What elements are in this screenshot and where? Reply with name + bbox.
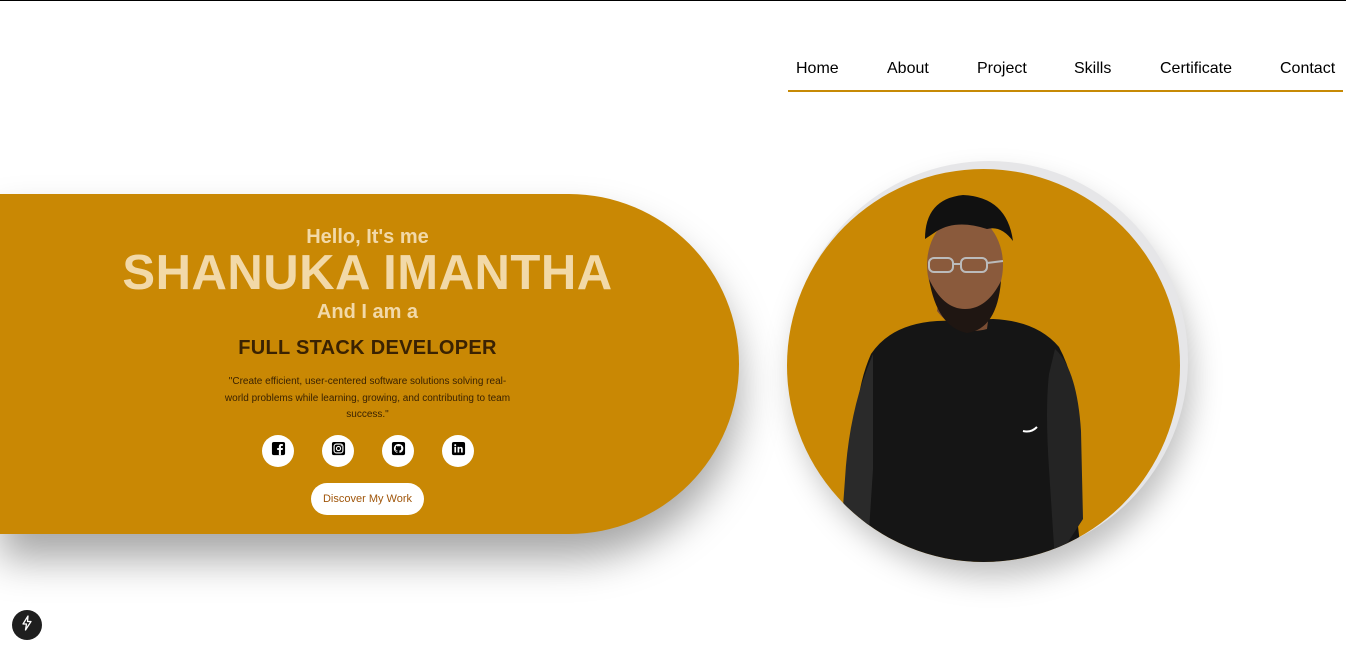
linkedin-icon <box>451 441 466 461</box>
linkedin-link[interactable] <box>442 435 474 467</box>
nav-home[interactable]: Home <box>796 60 839 78</box>
facebook-link[interactable] <box>262 435 294 467</box>
nav-contact[interactable]: Contact <box>1280 60 1335 78</box>
nav-certificate[interactable]: Certificate <box>1160 60 1232 78</box>
dev-tools-badge[interactable] <box>12 610 42 640</box>
github-icon <box>391 441 406 461</box>
nav-project[interactable]: Project <box>977 60 1027 78</box>
hero-intro: And I am a <box>316 301 419 323</box>
instagram-link[interactable] <box>322 435 354 467</box>
hero-role: FULL STACK DEVELOPER <box>238 337 497 359</box>
person-illustration <box>839 195 1083 562</box>
github-link[interactable] <box>382 435 414 467</box>
lightning-icon <box>19 614 35 636</box>
main-navigation: Home About Project Skills Certificate Co… <box>788 59 1343 92</box>
hero-name: SHANUKA IMANTHA <box>122 246 613 300</box>
discover-work-button[interactable]: Discover My Work <box>311 483 424 515</box>
facebook-icon <box>271 441 286 461</box>
nav-skills[interactable]: Skills <box>1074 60 1111 78</box>
instagram-icon <box>331 441 346 461</box>
profile-photo <box>787 169 1180 562</box>
hero-quote: "Create efficient, user-centered softwar… <box>224 376 511 420</box>
nav-about[interactable]: About <box>887 60 929 78</box>
